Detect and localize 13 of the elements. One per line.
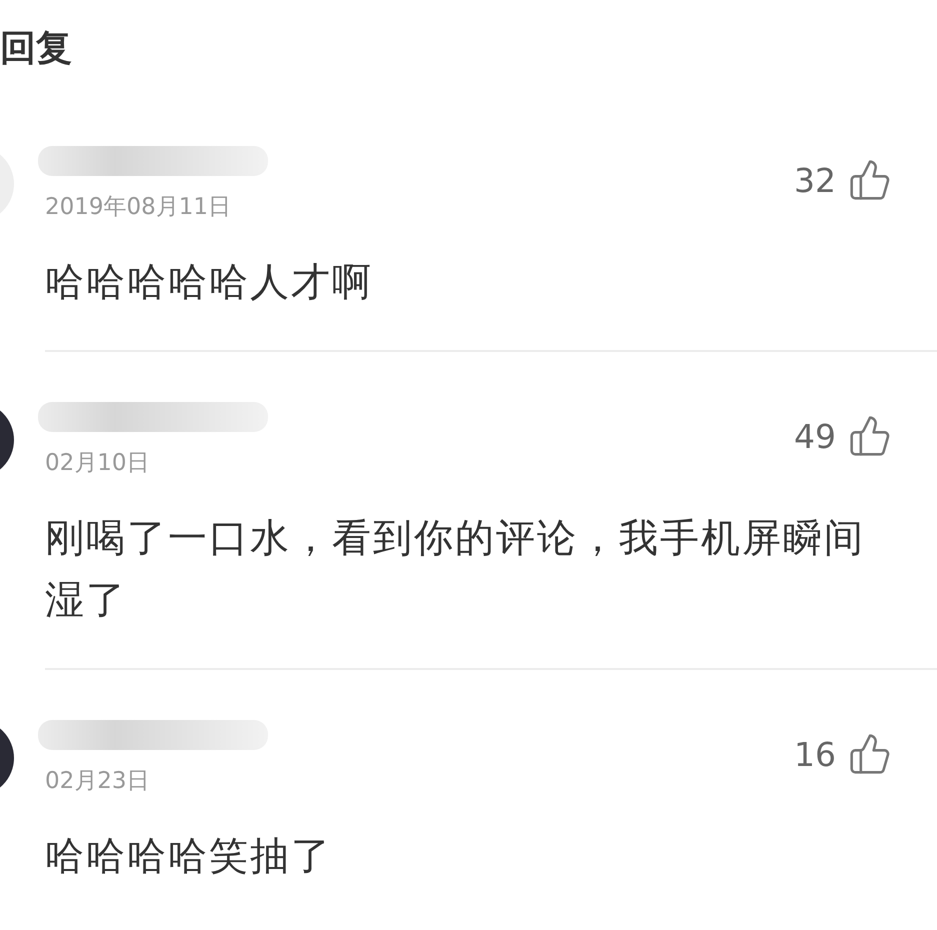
comment-date: 2019年08月11日 xyxy=(45,193,232,222)
like-count: 49 xyxy=(794,416,836,456)
comment-date: 02月23日 xyxy=(45,767,151,796)
comment-date: 02月10日 xyxy=(45,449,151,478)
comment-text: 哈哈哈哈哈人才啊 xyxy=(45,259,374,307)
comment-text: 哈哈哈哈笑抽了 xyxy=(45,833,333,881)
comment-text: 刚喝了一口水，看到你的评论，我手机屏瞬间湿了 xyxy=(45,515,866,625)
thumbs-up-icon[interactable] xyxy=(848,732,892,776)
page-title: 回复 xyxy=(0,26,72,70)
thumbs-up-icon[interactable] xyxy=(848,158,892,202)
like-count: 16 xyxy=(794,734,836,774)
like-count: 32 xyxy=(794,160,836,200)
thumbs-up-icon[interactable] xyxy=(848,414,892,458)
